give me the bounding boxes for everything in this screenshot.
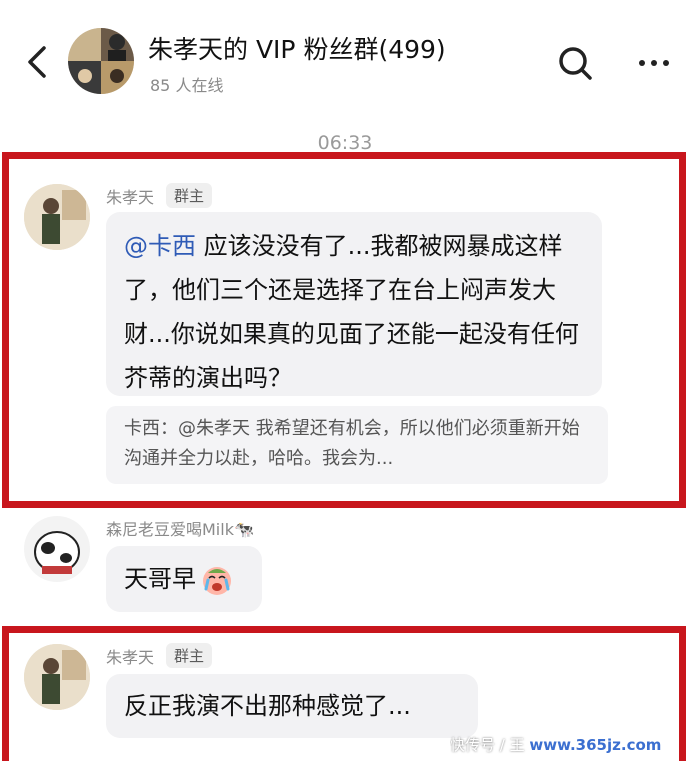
online-count: 85 人在线 — [150, 76, 224, 95]
avatar[interactable] — [24, 184, 90, 250]
message-bubble[interactable]: 反正我演不出那种感觉了... — [106, 674, 478, 738]
message-text: 反正我演不出那种感觉了... — [124, 692, 411, 720]
crying-face-icon — [203, 567, 231, 595]
message-bubble[interactable]: 天哥早 — [106, 546, 262, 612]
avatar[interactable] — [24, 644, 90, 710]
quoted-reply[interactable]: 卡西：@朱孝天 我希望还有机会，所以他们必须重新开始沟通并全力以赴，哈哈。我会为… — [106, 406, 608, 484]
more-options-icon[interactable] — [634, 48, 674, 78]
group-title: 朱孝天的 VIP 粉丝群(499) — [148, 35, 446, 64]
message-timestamp: 06:33 — [317, 132, 373, 154]
watermark: 快传号 / 王 www.365jz.com — [450, 734, 690, 761]
avatar[interactable] — [24, 516, 90, 582]
owner-badge: 群主 — [166, 183, 213, 208]
message-bubble[interactable]: @卡西 应该没没有了...我都被网暴成这样了，他们三个还是选择了在台上闷声发大财… — [106, 212, 602, 396]
sender-name: 朱孝天 — [106, 648, 155, 667]
sender-name: 朱孝天 — [106, 188, 155, 207]
mention-link[interactable]: @卡西 — [124, 232, 196, 260]
message-text: 天哥早 — [124, 565, 196, 593]
watermark-site: www.365jz.com — [529, 736, 662, 754]
search-icon[interactable] — [556, 44, 596, 84]
group-avatar[interactable] — [68, 28, 134, 94]
sender-name: 森尼老豆爱喝Milk🐄 — [106, 520, 254, 539]
back-arrow-icon[interactable] — [22, 44, 52, 80]
owner-badge: 群主 — [166, 643, 213, 668]
chat-header: 朱孝天的 VIP 粉丝群(499) 85 人在线 — [0, 0, 690, 120]
watermark-text: 快传号 / 王 — [450, 736, 525, 754]
